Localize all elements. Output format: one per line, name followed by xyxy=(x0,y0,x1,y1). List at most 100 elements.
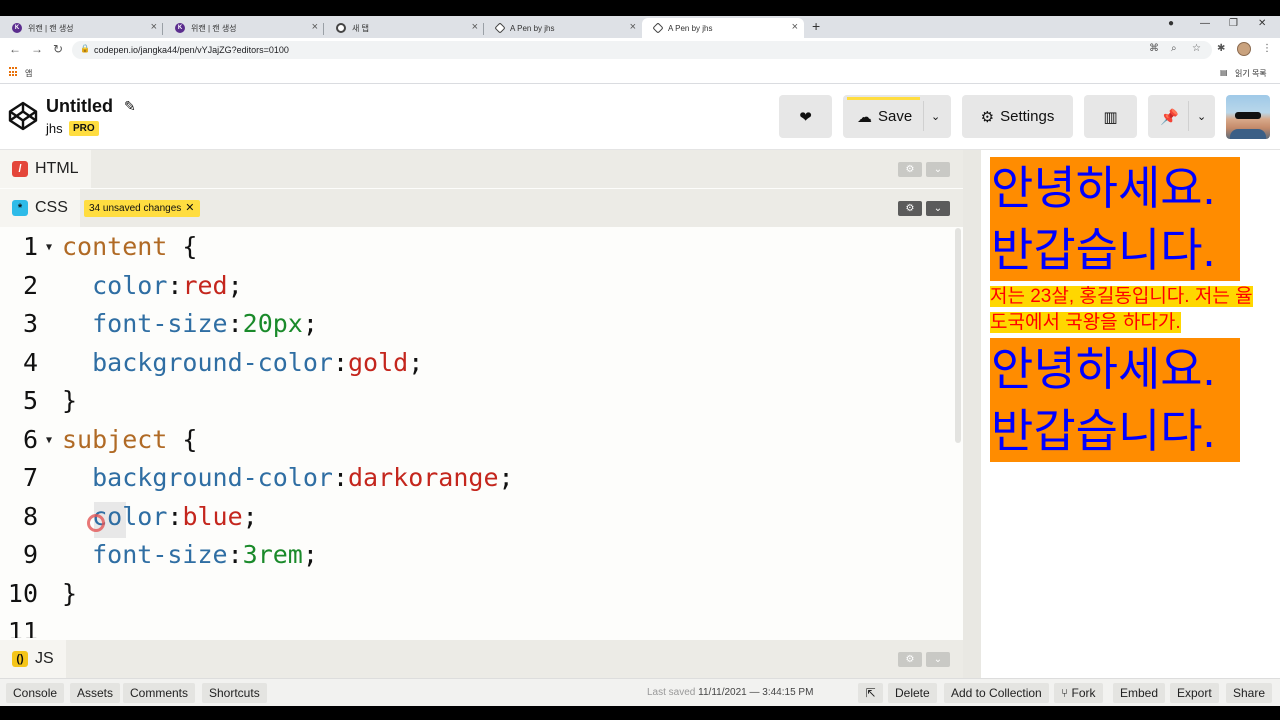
apps-grid-icon[interactable] xyxy=(9,67,19,77)
unsaved-label: 34 unsaved changes xyxy=(89,203,182,214)
browser-tab[interactable]: 새 탭 × xyxy=(324,18,484,38)
browser-tab[interactable]: K 위캔 | 캔 생성 × xyxy=(163,18,324,38)
fold-toggle-icon[interactable]: ▼ xyxy=(46,435,52,446)
unsaved-changes-badge[interactable]: 34 unsaved changes ✕ xyxy=(84,200,200,217)
preview-subject-2: 안녕하세요. 반갑습니다. xyxy=(990,338,1240,462)
save-button[interactable]: ☁ Save ⌄ xyxy=(843,95,951,138)
codepen-logo-icon[interactable] xyxy=(8,101,38,131)
layout-button[interactable]: ▥ xyxy=(1084,95,1137,138)
extensions-icon[interactable]: ✱ xyxy=(1217,43,1225,54)
zoom-icon[interactable]: ⌕ xyxy=(1171,43,1177,54)
back-icon[interactable]: ← xyxy=(9,42,21,56)
settings-button[interactable]: ⚙ Settings xyxy=(962,95,1073,138)
close-icon[interactable]: ✕ xyxy=(185,200,194,217)
shortcuts-button[interactable]: Shortcuts xyxy=(202,683,267,703)
export-button[interactable]: Export xyxy=(1170,683,1219,703)
like-button[interactable]: ❤ xyxy=(779,95,832,138)
add-to-collection-button[interactable]: Add to Collection xyxy=(944,683,1049,703)
open-external-icon[interactable]: ⇱ xyxy=(858,683,883,703)
close-icon[interactable]: × xyxy=(312,21,318,33)
pencil-icon[interactable]: ✎ xyxy=(124,98,136,115)
new-tab-icon[interactable]: + xyxy=(812,18,820,34)
code-line[interactable]: 6 ▼ subject { xyxy=(0,425,955,463)
code-text: content { xyxy=(62,232,198,261)
minimize-icon[interactable]: — xyxy=(1200,18,1210,29)
close-icon[interactable]: × xyxy=(630,21,636,33)
css-code-editor[interactable]: 1 ▼ content {2 color:red; 3 font-size:20px;… xyxy=(0,228,955,638)
browser-tab-active[interactable]: A Pen by jhs × xyxy=(642,18,804,38)
gear-icon[interactable]: ⚙ xyxy=(898,201,922,216)
code-line[interactable]: 4 background-color:gold; xyxy=(0,348,955,386)
code-line[interactable]: 7 background-color:darkorange; xyxy=(0,463,955,501)
embed-button[interactable]: Embed xyxy=(1113,683,1166,703)
code-line[interactable]: 11 xyxy=(0,617,955,638)
code-line[interactable]: 2 color:red; xyxy=(0,271,955,309)
chevron-down-icon[interactable]: ⌄ xyxy=(926,162,950,177)
line-number: 7 xyxy=(22,463,38,492)
last-saved-status: Last saved 11/11/2021 — 3:44:15 PM xyxy=(647,687,813,698)
css-icon: * xyxy=(12,200,28,216)
editor-scrollbar[interactable] xyxy=(955,228,961,443)
code-line[interactable]: 3 font-size:20px; xyxy=(0,309,955,347)
codepen-favicon-icon xyxy=(652,22,664,34)
forward-icon[interactable]: → xyxy=(31,42,43,56)
tab-css[interactable]: * CSS xyxy=(0,189,80,227)
line-number: 3 xyxy=(22,309,38,338)
code-line[interactable]: 9 font-size:3rem; xyxy=(0,540,955,578)
line-number: 10 xyxy=(7,578,38,608)
browser-tab[interactable]: A Pen by jhs × xyxy=(484,18,642,38)
delete-button[interactable]: Delete xyxy=(888,683,937,703)
code-line[interactable]: 5} xyxy=(0,386,955,424)
subject-line: 반갑습니다. xyxy=(991,405,1216,457)
line-number: 5 xyxy=(22,386,38,415)
translate-icon[interactable]: ⌘ xyxy=(1149,43,1159,54)
comments-button[interactable]: Comments xyxy=(123,683,196,703)
console-button[interactable]: Console xyxy=(6,683,65,703)
tab-search-icon[interactable]: ● xyxy=(1168,18,1174,29)
subject-line: 안녕하세요. xyxy=(991,343,1216,395)
window-close-icon[interactable]: ✕ xyxy=(1258,18,1266,29)
code-text: subject { xyxy=(62,424,198,454)
code-line[interactable]: 8 color:blue; xyxy=(0,502,955,540)
gear-icon[interactable]: ⚙ xyxy=(898,652,922,667)
fork-button[interactable]: ⑂ Fork xyxy=(1054,683,1103,703)
gear-icon[interactable]: ⚙ xyxy=(898,162,922,177)
address-bar[interactable]: 🔒 codepen.io/jangka44/pen/vYJajZG?editor… xyxy=(72,41,1212,59)
assets-button[interactable]: Assets xyxy=(70,683,121,703)
profile-avatar[interactable] xyxy=(1237,42,1251,56)
tab-js[interactable]: () JS xyxy=(0,640,66,678)
chevron-down-icon[interactable]: ⌄ xyxy=(926,201,950,216)
user-avatar[interactable] xyxy=(1226,95,1270,139)
html-tab-label: HTML xyxy=(35,160,79,177)
pen-title[interactable]: Untitled xyxy=(46,96,113,117)
share-button[interactable]: Share xyxy=(1226,683,1273,703)
save-label: Save xyxy=(878,108,913,125)
maximize-icon[interactable]: ❐ xyxy=(1229,18,1238,29)
code-line[interactable]: 1 ▼ content { xyxy=(0,232,955,270)
line-number: 6 xyxy=(22,424,38,454)
subject-line: 반갑습니다. xyxy=(991,224,1216,276)
kahoot-favicon-icon: K xyxy=(175,23,185,33)
fork-label: Fork xyxy=(1071,686,1096,700)
close-icon[interactable]: × xyxy=(151,21,157,33)
chevron-down-icon[interactable]: ⌄ xyxy=(931,110,940,123)
menu-icon[interactable]: ⋮ xyxy=(1262,43,1272,54)
close-icon[interactable]: × xyxy=(472,21,478,33)
code-line[interactable]: 10} xyxy=(0,579,955,617)
pin-button[interactable]: 📌 ⌄ xyxy=(1148,95,1215,138)
reload-icon[interactable]: ↻ xyxy=(53,42,63,56)
chevron-down-icon[interactable]: ⌄ xyxy=(1197,110,1206,123)
chevron-down-icon[interactable]: ⌄ xyxy=(926,652,950,667)
resize-splitter[interactable] xyxy=(963,150,981,678)
line-number: 2 xyxy=(22,270,38,300)
tab-html[interactable]: / HTML xyxy=(0,150,91,188)
fold-toggle-icon[interactable]: ▼ xyxy=(46,242,52,253)
bookmark-star-icon[interactable]: ☆ xyxy=(1192,43,1201,54)
pen-owner[interactable]: jhs xyxy=(46,121,63,136)
reading-list-label[interactable]: 읽기 목록 xyxy=(1235,68,1267,79)
tab-label: 위캔 | 캔 생성 xyxy=(28,23,74,33)
reading-list-icon[interactable]: ▤ xyxy=(1220,68,1228,77)
apps-label[interactable]: 앱 xyxy=(25,68,32,79)
close-icon[interactable]: × xyxy=(792,21,798,33)
browser-tab[interactable]: K 위캔 | 캔 생성 × xyxy=(0,18,163,38)
